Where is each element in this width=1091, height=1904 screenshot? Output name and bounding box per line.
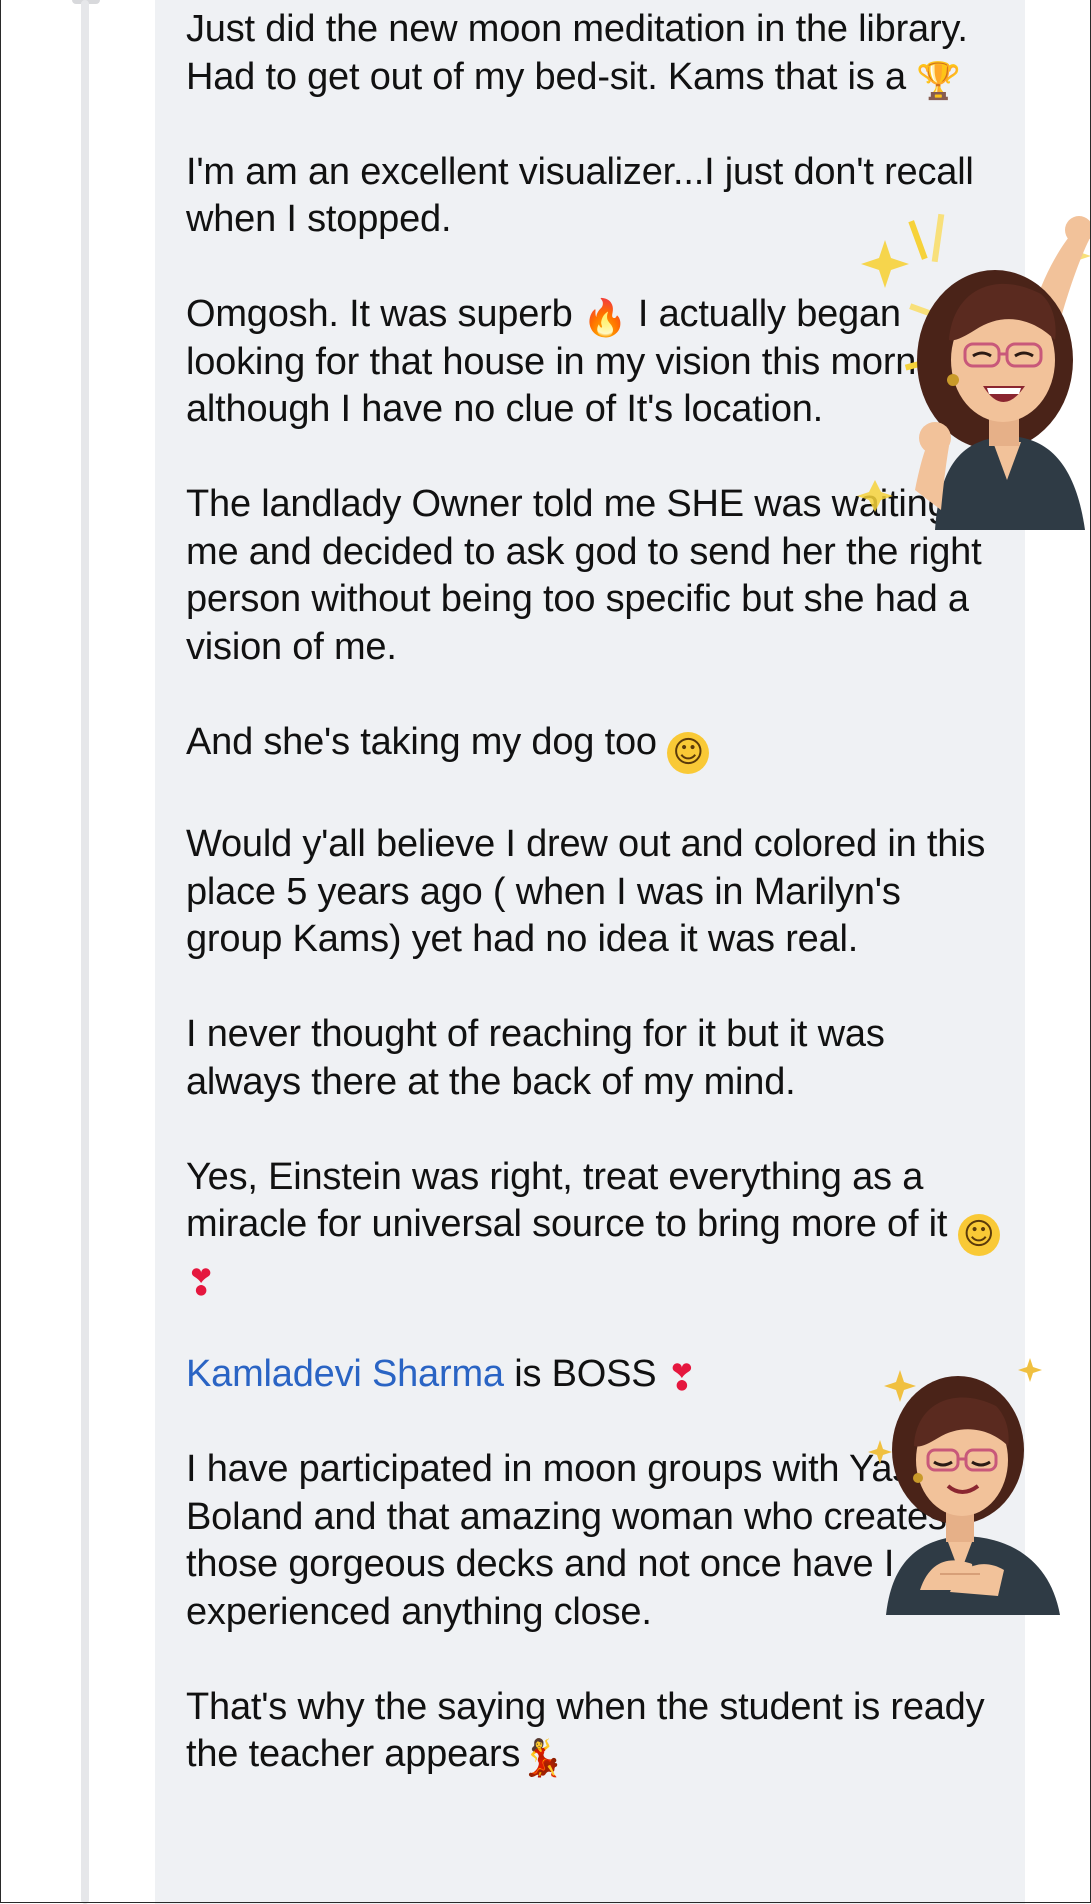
reply-thread-line bbox=[81, 0, 89, 1904]
fire-emoji-icon: 🔥 bbox=[582, 298, 628, 339]
comment-text-segment: Just did the new moon meditation in the … bbox=[186, 8, 968, 98]
comment-paragraph: Just did the new moon meditation in the … bbox=[186, 6, 1006, 101]
comment-text-segment: And she's taking my dog too bbox=[186, 720, 668, 763]
comment-text-segment: That's why the saying when the student i… bbox=[186, 1685, 985, 1776]
grin-emoji-icon: ☺ bbox=[957, 1214, 1000, 1256]
comment-text-segment: Would y'all believe I drew out and color… bbox=[186, 823, 986, 960]
comment-text-segment: Omgosh. It was superb bbox=[186, 293, 583, 335]
comment-paragraph: I never thought of reaching for it but i… bbox=[186, 1011, 1006, 1106]
screenshot-root: { "comment": { "paragraphs": [ { "segmen… bbox=[0, 0, 1091, 1904]
dancer-emoji-icon: 💃 bbox=[520, 1738, 565, 1779]
comment-paragraph: And she's taking my dog too ☺ bbox=[186, 719, 1006, 774]
comment-paragraph: That's why the saying when the student i… bbox=[186, 1684, 1006, 1779]
avatar-celebrating-sticker bbox=[857, 213, 1091, 530]
heart-emoji-icon: ❣ bbox=[186, 1263, 216, 1304]
comment-text-segment: I never thought of reaching for it but i… bbox=[186, 1013, 885, 1103]
comment-paragraph: Yes, Einstein was right, treat everythin… bbox=[186, 1154, 1006, 1304]
comment-text-segment: is BOSS bbox=[503, 1353, 667, 1395]
comment-text-segment: I'm am an excellent visualizer...I just … bbox=[186, 150, 974, 241]
comment-paragraph: Would y'all believe I drew out and color… bbox=[186, 821, 1006, 964]
comment-text-segment: I have participated in moon groups with … bbox=[186, 1448, 972, 1633]
comment-text-segment: Yes, Einstein was right, treat everythin… bbox=[186, 1155, 958, 1246]
avatar-grateful-sticker bbox=[868, 1358, 1060, 1615]
user-mention-link[interactable]: Kamladevi Sharma bbox=[186, 1353, 504, 1395]
heart-emoji-icon: ❣ bbox=[666, 1358, 697, 1399]
smile-emoji-icon: ☺ bbox=[667, 731, 710, 774]
trophy-emoji-icon: 🏆 bbox=[916, 60, 961, 102]
